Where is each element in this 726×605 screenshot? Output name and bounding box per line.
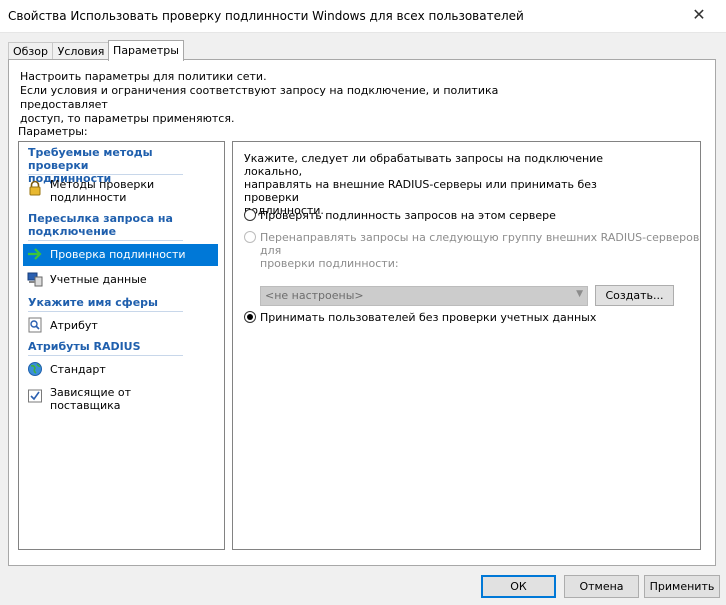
- section-radius-attributes: Атрибуты RADIUS: [28, 340, 141, 353]
- sidebar-item-credentials[interactable]: Учетные данные: [23, 269, 218, 291]
- sidebar-item-attribute[interactable]: Атрибут: [23, 315, 218, 337]
- computer-icon: [27, 272, 43, 287]
- create-button[interactable]: Создать...: [595, 285, 674, 306]
- server-group-select: <не настроены> ▼: [260, 286, 588, 306]
- section-realm-name: Укажите имя сферы: [28, 296, 158, 309]
- sidebar-item-standard[interactable]: Стандарт: [23, 359, 218, 381]
- chevron-down-icon: ▼: [576, 289, 583, 299]
- tab-conditions[interactable]: Условия: [52, 42, 110, 60]
- tab-settings[interactable]: Параметры: [108, 40, 184, 61]
- globe-icon: [28, 362, 42, 376]
- checkbox-document-icon: [28, 389, 42, 403]
- window-title: Свойства Использовать проверку подлиннос…: [8, 9, 524, 23]
- apply-button[interactable]: Применить: [644, 575, 720, 598]
- settings-category-list[interactable]: Требуемые методы проверки подлинности Ме…: [18, 141, 225, 550]
- magnifier-document-icon: [28, 317, 42, 333]
- radio-forward-requests-label: Перенаправлять запросы на следующую груп…: [260, 231, 700, 270]
- title-bar: Свойства Использовать проверку подлиннос…: [0, 0, 726, 33]
- authentication-settings-panel: Укажите, следует ли обрабатывать запросы…: [232, 141, 701, 550]
- ok-button[interactable]: ОК: [481, 575, 556, 598]
- cancel-button[interactable]: Отмена: [564, 575, 639, 598]
- section-request-forwarding: Пересылка запроса на подключение: [28, 212, 173, 238]
- intro-text: Настроить параметры для политики сети. Е…: [20, 70, 499, 125]
- panel-description: Укажите, следует ли обрабатывать запросы…: [244, 152, 604, 217]
- close-icon[interactable]: ✕: [682, 4, 716, 26]
- params-label: Параметры:: [18, 125, 88, 138]
- radio-authenticate-locally-label[interactable]: Проверять подлинность запросов на этом с…: [260, 209, 556, 222]
- section-divider: [28, 174, 183, 175]
- lock-icon: [29, 180, 41, 196]
- section-divider: [28, 311, 183, 312]
- sidebar-item-vendor-specific[interactable]: Зависящие от поставщика: [23, 384, 218, 414]
- radio-checked-dot: [247, 314, 253, 320]
- tab-overview[interactable]: Обзор: [8, 42, 53, 60]
- radio-accept-without-validation-label[interactable]: Принимать пользователей без проверки уче…: [260, 311, 596, 324]
- radio-forward-requests: [244, 231, 256, 243]
- section-divider: [28, 355, 183, 356]
- section-divider: [28, 240, 183, 241]
- radio-authenticate-locally[interactable]: [244, 209, 256, 221]
- settings-tab-page: Настроить параметры для политики сети. Е…: [8, 59, 716, 566]
- radio-accept-without-validation[interactable]: [244, 311, 256, 323]
- arrow-right-icon: [28, 248, 42, 260]
- sidebar-item-auth-methods[interactable]: Методы проверки подлинности: [23, 178, 218, 206]
- sidebar-item-authentication[interactable]: Проверка подлинности: [23, 244, 218, 266]
